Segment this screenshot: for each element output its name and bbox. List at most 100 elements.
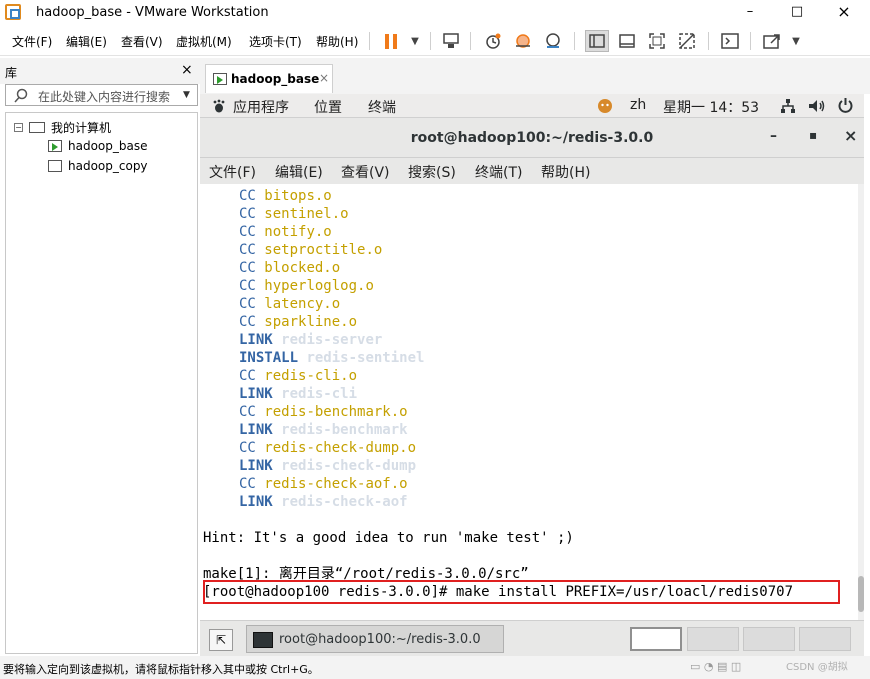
network-icon[interactable] [780,98,796,114]
terminal-maximize-button[interactable]: ▪ [809,128,817,142]
terminal-output[interactable]: Hint: It's a good idea to run 'make test… [203,184,858,620]
tab-close-button[interactable]: × [319,71,329,85]
menu-file[interactable]: 文件(F) [12,33,52,50]
console-view-icon[interactable] [718,30,742,52]
gnome-applications-menu[interactable]: 应用程序 [233,97,289,117]
status-text: 要将输入定向到该虚拟机，请将鼠标指针移入其中或按 Ctrl+G。 [3,663,319,676]
menu-edit[interactable]: 编辑(E) [66,33,107,50]
build-output-line: CC setproctitle.o [239,241,382,259]
library-title: 库 [5,66,18,80]
build-output-line: CC hyperloglog.o [239,277,374,295]
build-step-kind: CC [239,206,256,222]
build-step-kind: CC [239,368,256,384]
snapshot-icon[interactable] [481,30,505,52]
scrollbar-thumb[interactable] [858,576,864,612]
unity-mode-icon[interactable] [675,30,699,52]
show-library-icon[interactable] [585,30,609,52]
chevron-down-icon[interactable]: ▼ [183,90,190,100]
thumbnail-bar-icon[interactable] [615,30,639,52]
build-step-kind: LINK [239,386,273,402]
revert-snapshot-icon[interactable] [511,30,535,52]
workspace-4[interactable] [799,627,851,651]
taskbar-terminal-label: root@hadoop100:~/redis-3.0.0 [279,632,481,647]
workspace-1[interactable] [630,627,682,651]
tree-item-hadoop-base[interactable]: hadoop_base [48,139,147,153]
terminal-titlebar: root@hadoop100:~/redis-3.0.0 – ▪ × [200,118,864,158]
build-output-line: LINK redis-server [239,331,382,349]
toolbar-separator [430,32,431,50]
terminal-menu-help[interactable]: 帮助(H) [541,162,590,182]
build-step-target: redis-check-dump [281,458,417,474]
terminal-minimize-button[interactable]: – [770,128,777,144]
menu-view[interactable]: 查看(V) [121,33,163,50]
library-header: 库 × [0,58,200,84]
show-desktop-button[interactable]: ⇱ [209,629,233,651]
close-button[interactable]: × [821,0,867,26]
build-step-target: redis-benchmark.o [264,404,408,420]
library-tree: − 我的计算机 hadoop_base hadoop_copy [5,112,198,654]
tab-hadoop-base[interactable]: hadoop_base × [205,64,333,93]
input-method-icon[interactable] [597,98,613,114]
taskbar-terminal-button[interactable]: root@hadoop100:~/redis-3.0.0 [246,625,504,653]
workspace-2[interactable] [687,627,739,651]
chevron-down-icon[interactable]: ▼ [403,30,427,52]
library-search-placeholder: 在此处键入内容进行搜索 [38,90,171,104]
input-method-label[interactable]: zh [630,97,646,113]
build-step-kind: CC [239,476,256,492]
minimize-button[interactable]: – [727,0,773,26]
build-output-line: LINK redis-check-aof [239,493,408,511]
terminal-menu-terminal[interactable]: 终端(T) [475,162,522,182]
terminal-scrollbar[interactable] [858,184,864,620]
build-output-line: CC sparkline.o [239,313,357,331]
tree-item-label: 我的计算机 [51,121,112,135]
gnome-terminal-menu[interactable]: 终端 [368,97,396,117]
build-step-target: redis-cli [281,386,358,402]
build-step-target: redis-sentinel [306,350,425,366]
command-highlight-box [203,580,840,604]
vmware-titlebar: hadoop_base - VMware Workstation – □ × [0,0,870,26]
vmware-statusbar: 要将输入定向到该虚拟机，请将鼠标指针移入其中或按 Ctrl+G。 ▭ ◔ ▤ ◫… [0,656,870,679]
clock[interactable]: 星期一 14：53 [663,97,759,117]
build-step-target: redis-check-aof [281,494,408,510]
pause-icon[interactable] [379,30,403,52]
build-step-kind: CC [239,224,256,240]
tree-item-my-computer[interactable]: − 我的计算机 [14,119,111,136]
tree-item-hadoop-copy[interactable]: hadoop_copy [48,159,148,173]
library-close-button[interactable]: × [181,62,193,78]
window-title: hadoop_base - VMware Workstation [36,5,269,20]
snapshot-manager-icon[interactable] [541,30,565,52]
computer-icon [29,122,45,133]
build-step-target: redis-check-aof.o [264,476,408,492]
build-step-kind: LINK [239,494,273,510]
build-step-kind: CC [239,440,256,456]
gnome-places-menu[interactable]: 位置 [314,97,342,117]
terminal-menu-file[interactable]: 文件(F) [209,162,256,182]
send-ctrl-alt-del-icon[interactable] [439,30,463,52]
stretch-guest-icon[interactable] [760,30,784,52]
menu-tabs[interactable]: 选项卡(T) [249,33,302,50]
volume-icon[interactable] [808,98,826,114]
gnome-bottom-panel: ⇱ root@hadoop100:~/redis-3.0.0 [200,620,864,656]
chevron-down-icon[interactable]: ▼ [784,30,808,52]
tree-item-label: hadoop_base [68,139,148,153]
build-output-line: LINK redis-check-dump [239,457,416,475]
collapse-icon[interactable]: − [14,123,23,132]
full-screen-icon[interactable] [645,30,669,52]
library-search-input[interactable]: 在此处键入内容进行搜索 ▼ [5,84,198,106]
terminal-title: root@hadoop100:~/redis-3.0.0 [410,130,654,146]
workspace-3[interactable] [743,627,795,651]
power-icon[interactable] [837,97,854,114]
terminal-menubar: 文件(F) 编辑(E) 查看(V) 搜索(S) 终端(T) 帮助(H) [200,158,864,184]
terminal-menu-search[interactable]: 搜索(S) [408,162,456,182]
build-step-target: blocked.o [264,260,341,276]
terminal-close-button[interactable]: × [844,126,857,145]
maximize-button[interactable]: □ [774,0,820,26]
build-step-kind: CC [239,260,256,276]
build-step-kind: LINK [239,458,273,474]
terminal-menu-edit[interactable]: 编辑(E) [275,162,323,182]
build-step-target: redis-cli.o [264,368,358,384]
menu-help[interactable]: 帮助(H) [316,33,358,50]
terminal-menu-view[interactable]: 查看(V) [341,162,390,182]
menu-vm[interactable]: 虚拟机(M) [176,33,232,50]
device-status-icons[interactable]: ▭ ◔ ▤ ◫ [690,660,741,673]
